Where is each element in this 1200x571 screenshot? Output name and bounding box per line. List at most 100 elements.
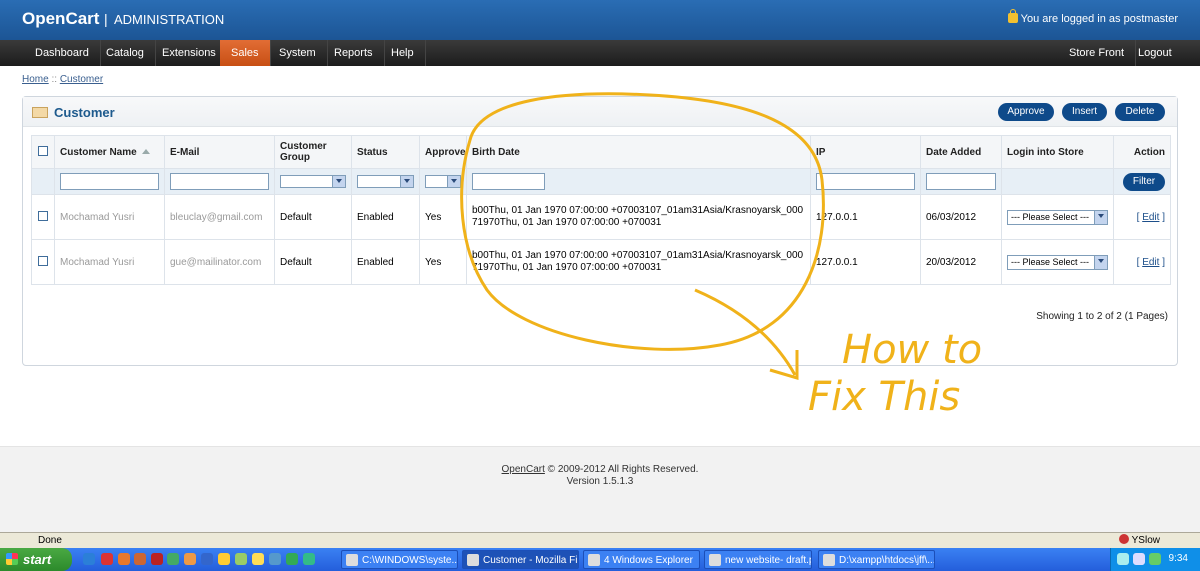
menu-item-reports[interactable]: Reports [323, 40, 385, 66]
column-email[interactable]: E-Mail [164, 135, 275, 169]
app-icon[interactable] [235, 553, 247, 565]
opencart-logo[interactable]: OpenCart [22, 9, 99, 29]
app-icon[interactable] [201, 553, 213, 565]
insert-button[interactable]: Insert [1062, 103, 1107, 121]
header-select-all[interactable] [31, 135, 55, 169]
filter-group-select[interactable] [280, 175, 346, 188]
admin-header: OpenCart | ADMINISTRATION You are logged… [0, 0, 1200, 40]
footer-copyright: OpenCart © 2009-2012 All Rights Reserved… [0, 464, 1200, 476]
network-icon[interactable] [1117, 553, 1129, 565]
menu-item-help[interactable]: Help [380, 40, 426, 66]
app-icon[interactable] [151, 553, 163, 565]
customer-name-cell: Mochamad Yusri [54, 194, 165, 240]
admin-subtitle: ADMINISTRATION [114, 12, 225, 27]
page-title: Customer [54, 105, 115, 120]
annotation-text-line2: Fix This [808, 374, 960, 420]
menu-item-catalog[interactable]: Catalog [95, 40, 156, 66]
email-cell: bleuclay@gmail.com [164, 194, 275, 240]
filter-cell-empty [31, 168, 55, 195]
task-firefox[interactable]: Customer - Mozilla Fir... [462, 550, 579, 569]
filter-email-input[interactable] [170, 173, 269, 190]
filter-birth-date-input[interactable] [472, 173, 545, 190]
chevron-down-icon [447, 176, 460, 187]
filter-approved-select[interactable] [425, 175, 461, 188]
column-status[interactable]: Status [351, 135, 420, 169]
menu-item-sales[interactable]: Sales [220, 40, 271, 66]
column-customer-name-label[interactable]: Customer Name [60, 147, 137, 158]
approve-button[interactable]: Approve [998, 103, 1054, 121]
filter-name-input[interactable] [60, 173, 159, 190]
status-text: Done [38, 535, 62, 546]
column-ip[interactable]: IP [810, 135, 921, 169]
column-customer-group[interactable]: Customer Group [274, 135, 352, 169]
menu-item-dashboard[interactable]: Dashboard [24, 40, 101, 66]
login-store-select[interactable]: --- Please Select --- [1007, 209, 1108, 225]
app-icon[interactable] [167, 553, 179, 565]
edit-link[interactable]: Edit [1142, 257, 1159, 268]
filter-button[interactable]: Filter [1123, 172, 1165, 191]
edit-link[interactable]: Edit [1142, 212, 1159, 223]
app-icon[interactable] [184, 553, 196, 565]
app-icon[interactable] [134, 553, 146, 565]
menu-item-store-front[interactable]: Store Front [1058, 40, 1137, 66]
messenger-icon[interactable] [218, 553, 230, 565]
login-text: You are logged in as postmaster [1020, 13, 1178, 25]
yslow-addon[interactable]: YSlow [1118, 533, 1160, 548]
date-added-cell: 06/03/2012 [920, 194, 1002, 240]
delete-button[interactable]: Delete [1115, 103, 1165, 121]
filter-row: Filter [31, 168, 1171, 195]
filter-cell-empty [1001, 168, 1114, 195]
opera-icon[interactable] [101, 553, 113, 565]
ie-icon[interactable] [83, 553, 95, 565]
group-cell: Default [274, 239, 352, 285]
app-icon[interactable] [269, 553, 281, 565]
filter-date-added-input[interactable] [926, 173, 996, 190]
box-heading: Customer Approve Insert Delete [23, 97, 1177, 127]
column-birth-date[interactable]: Birth Date [466, 135, 811, 169]
task-pdf[interactable]: new website- draft.p... [704, 550, 812, 569]
table-row: Mochamad Yusri gue@mailinator.com Defaul… [31, 239, 1171, 285]
breadcrumb: Home :: Customer [22, 74, 103, 85]
row-checkbox[interactable] [38, 210, 48, 221]
login-store-select-value: --- Please Select --- [1011, 256, 1090, 267]
task-cmd[interactable]: C:\WINDOWS\syste... [341, 550, 458, 569]
column-approved[interactable]: Approved [419, 135, 467, 169]
task-explorer[interactable]: 4 Windows Explorer [583, 550, 700, 569]
task-folder[interactable]: D:\xampp\htdocs\jff\... [818, 550, 935, 569]
row-checkbox[interactable] [38, 255, 48, 266]
select-all-checkbox[interactable] [38, 145, 48, 156]
app-icon[interactable] [303, 553, 315, 565]
customer-card-icon [32, 107, 48, 118]
firefox-icon[interactable] [118, 553, 130, 565]
sort-asc-icon [141, 148, 150, 154]
status-cell: Enabled [351, 239, 420, 285]
menu-item-extensions[interactable]: Extensions [151, 40, 228, 66]
table-header-row: Customer Name E-Mail Customer Group Stat… [31, 135, 1171, 169]
breadcrumb-separator: :: [48, 74, 60, 85]
column-date-added[interactable]: Date Added [920, 135, 1002, 169]
footer-opencart-link[interactable]: OpenCart [502, 464, 545, 475]
filter-status-select[interactable] [357, 175, 414, 188]
footer: OpenCart © 2009-2012 All Rights Reserved… [0, 464, 1200, 488]
start-button[interactable]: start [0, 548, 72, 571]
login-store-select[interactable]: --- Please Select --- [1007, 254, 1108, 270]
breadcrumb-home[interactable]: Home [22, 74, 49, 85]
column-customer-name[interactable]: Customer Name [54, 135, 165, 169]
clock: 9:34 [1168, 553, 1188, 564]
footer-copyright-text: © 2009-2012 All Rights Reserved. [544, 464, 699, 475]
main-menu: Dashboard Catalog Extensions Sales Syste… [0, 40, 1200, 66]
tray-app-icon[interactable] [1149, 553, 1161, 565]
ip-cell: 127.0.0.1 [810, 194, 921, 240]
notepad-icon[interactable] [252, 553, 264, 565]
menu-item-system[interactable]: System [268, 40, 328, 66]
chevron-down-icon [400, 176, 413, 187]
footer-version: Version 1.5.1.3 [566, 476, 634, 487]
menu-item-logout[interactable]: Logout [1127, 40, 1183, 66]
app-icon[interactable] [286, 553, 298, 565]
breadcrumb-customer[interactable]: Customer [60, 74, 103, 85]
action-cell: [ Edit ] [1113, 194, 1171, 240]
volume-icon[interactable] [1133, 553, 1145, 565]
system-tray: 9:34 [1110, 548, 1200, 571]
filter-ip-input[interactable] [816, 173, 915, 190]
yslow-icon [1118, 534, 1129, 544]
